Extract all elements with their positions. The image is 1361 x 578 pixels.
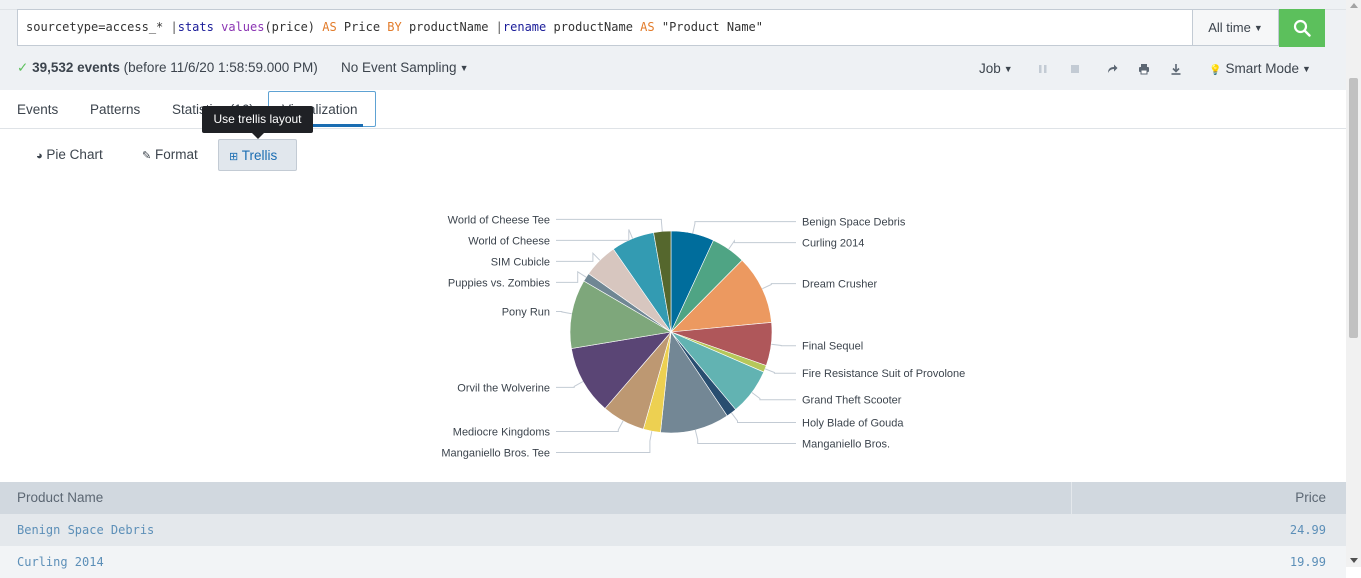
print-icon[interactable] <box>1137 62 1151 76</box>
pie-slice-label: Manganiello Bros. <box>802 439 890 451</box>
table-row: Benign Space Debris 24.99 <box>0 514 1346 546</box>
chart-type-label: Pie Chart <box>46 147 103 162</box>
search-query-token: values <box>221 20 265 34</box>
checkmark-icon: ✓ <box>17 60 29 75</box>
table-header: Product Name Price <box>0 482 1346 514</box>
pie-slice-label: Mediocre Kingdoms <box>453 427 551 439</box>
search-query-token: productName <box>401 20 496 34</box>
pie-slice-label: Holy Blade of Gouda <box>802 418 904 430</box>
search-query-token: productName <box>546 20 641 34</box>
pie-chart: Benign Space Debris Curling 2014 Dream Cru… <box>441 214 965 460</box>
pie-slice-label: Curling 2014 <box>802 238 864 250</box>
table-cell-price[interactable]: 24.99 <box>1290 523 1326 537</box>
tab-patterns[interactable]: Patterns <box>90 102 140 117</box>
search-query-token: | <box>170 20 178 34</box>
share-icon[interactable] <box>1105 62 1119 76</box>
event-time: (before 11/6/20 1:58:59.000 PM) <box>123 60 318 75</box>
job-menu[interactable]: Job ▼ <box>979 61 1013 76</box>
search-query-token: BY <box>387 20 402 34</box>
trellis-tooltip: Use trellis layout <box>202 106 313 139</box>
chevron-down-icon: ▼ <box>1253 23 1263 33</box>
table-cell-product[interactable]: Benign Space Debris <box>17 523 154 537</box>
search-button[interactable] <box>1279 9 1325 47</box>
search-mode-label: Smart Mode <box>1225 61 1299 76</box>
leader-line <box>694 429 796 444</box>
pie-slice-label: Fire Resistance Suit of Provolone <box>802 368 965 380</box>
search-query-token: "Product Name" <box>654 20 763 34</box>
search-query-token: (price) <box>264 20 323 34</box>
search-mode-dropdown[interactable]: 💡 Smart Mode ▼ <box>1209 61 1311 76</box>
leader-line <box>731 412 796 423</box>
leader-line <box>556 218 663 232</box>
tab-events[interactable]: Events <box>17 102 58 117</box>
event-status: ✓ 39,532 events (before 11/6/20 1:58:59.… <box>17 60 318 76</box>
chevron-down-icon: ▼ <box>1301 64 1311 74</box>
trellis-button[interactable]: ⊞ Trellis <box>218 139 297 171</box>
leader-line <box>556 229 634 241</box>
leader-line <box>556 270 587 283</box>
chevron-down-icon: ▼ <box>459 63 469 73</box>
column-divider <box>1071 482 1072 514</box>
leader-line <box>692 221 796 234</box>
scrollbar-thumb[interactable] <box>1349 78 1358 338</box>
pie-slice-label: Grand Theft Scooter <box>802 395 902 407</box>
lightbulb-icon: 💡 <box>1209 65 1222 76</box>
leader-line <box>771 343 796 347</box>
search-query-token: sourcetype=access_* <box>26 20 171 34</box>
sampling-label: No Event Sampling <box>341 60 457 75</box>
pencil-icon: ✎ <box>142 150 152 162</box>
search-input[interactable]: sourcetype=access_* |stats values(price)… <box>17 9 1193 46</box>
time-range-label: All time <box>1208 20 1251 35</box>
leader-line <box>556 311 572 315</box>
grid-icon: ⊞ <box>229 151 239 163</box>
leader-line <box>556 251 601 262</box>
scroll-down-arrow-icon[interactable] <box>1350 558 1358 563</box>
format-label: Format <box>154 147 198 162</box>
leader-line <box>556 431 653 453</box>
search-query-token <box>214 20 221 34</box>
chart-type-button[interactable]: ◕ Pie Chart <box>26 139 113 171</box>
job-label: Job <box>979 61 1001 76</box>
export-icon[interactable] <box>1169 62 1183 76</box>
leader-line <box>751 392 796 401</box>
leader-line <box>764 368 796 374</box>
pie-slice-label: Orvil the Wolverine <box>457 382 550 394</box>
event-sampling-dropdown[interactable]: No Event Sampling ▼ <box>341 60 468 75</box>
search-query-token: AS <box>640 20 655 34</box>
pie-slice-label: World of Cheese <box>468 235 550 247</box>
stop-icon[interactable] <box>1068 62 1082 76</box>
pie-slice-label: Puppies vs. Zombies <box>448 277 551 289</box>
pie-slice-label: Benign Space Debris <box>802 217 906 229</box>
scroll-up-arrow-icon[interactable] <box>1350 3 1358 8</box>
leader-line <box>728 239 796 250</box>
leader-line <box>762 283 796 290</box>
chevron-down-icon: ▼ <box>1003 64 1013 74</box>
pie-slice-label: Dream Crusher <box>802 279 878 291</box>
column-header-product-name[interactable]: Product Name <box>17 490 103 505</box>
search-query-token: stats <box>177 20 214 34</box>
column-header-price[interactable]: Price <box>1295 490 1326 505</box>
time-range-picker[interactable]: All time ▼ <box>1193 9 1279 46</box>
pause-icon[interactable] <box>1036 62 1050 76</box>
pie-slice-label: SIM Cubicle <box>491 256 550 268</box>
search-query-token: rename <box>502 20 547 34</box>
pie-chart-icon: ◕ <box>36 150 43 162</box>
search-query-token: Price <box>336 20 388 34</box>
search-icon <box>1293 19 1311 37</box>
leader-line <box>556 420 624 432</box>
event-count: 39,532 events <box>32 60 120 75</box>
format-button[interactable]: ✎ Format <box>132 139 208 171</box>
leader-line <box>556 381 584 388</box>
search-query-token: AS <box>322 20 337 34</box>
pie-slice-label: World of Cheese Tee <box>448 214 550 226</box>
table-row: Curling 2014 19.99 <box>0 546 1346 578</box>
pie-slice-label: Manganiello Bros. Tee <box>441 448 550 460</box>
trellis-label: Trellis <box>241 148 278 163</box>
search-query-token: | <box>495 20 503 34</box>
pie-slice-label: Final Sequel <box>802 341 863 353</box>
pie-slice-label: Pony Run <box>502 307 550 319</box>
